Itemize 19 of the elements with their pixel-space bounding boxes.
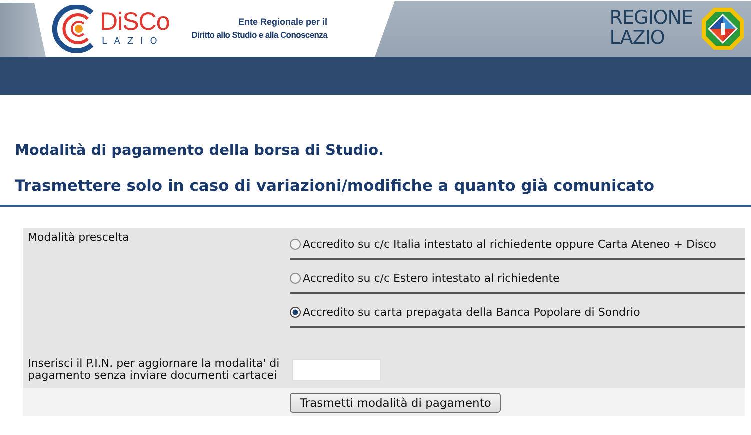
- option-label: Accredito su carta prepagata della Banca Popolare di Sondrio: [303, 306, 640, 318]
- field-label: Modalità prescelta: [28, 232, 130, 244]
- logo-subtitle: LAZIO: [102, 38, 166, 47]
- radio-button[interactable]: [290, 272, 301, 284]
- region-name: REGIONE: [610, 9, 693, 29]
- field-label: Inserisci il P.I.N. per aggiornare la modalita' di pagamento senza inviare documenti cartacei: [28, 358, 281, 382]
- option-label: Accredito su c/c Italia intestato al richiedente oppure Carta Ateneo + Disco: [303, 238, 716, 250]
- logo-name: DiSCo: [100, 10, 170, 35]
- pin-field[interactable]: [292, 359, 381, 382]
- submit-button[interactable]: Trasmetti modalità di pagamento: [290, 393, 502, 414]
- tagline: Ente Regionale per il: [238, 17, 328, 27]
- crest-icon: [701, 7, 745, 51]
- region-name: LAZIO: [610, 29, 666, 49]
- page-title: Modalità di pagamento della borsa di Studio.: [15, 143, 386, 159]
- page-title: Trasmettere solo in caso di variazioni/modifiche a quanto già comunicato: [15, 177, 656, 195]
- radio-button[interactable]: [290, 306, 301, 318]
- radio-button[interactable]: [290, 238, 301, 250]
- tagline: Diritto allo Studio e alla Conoscenza: [192, 30, 328, 40]
- option-label: Accredito su c/c Estero intestato al richiedente: [303, 272, 560, 284]
